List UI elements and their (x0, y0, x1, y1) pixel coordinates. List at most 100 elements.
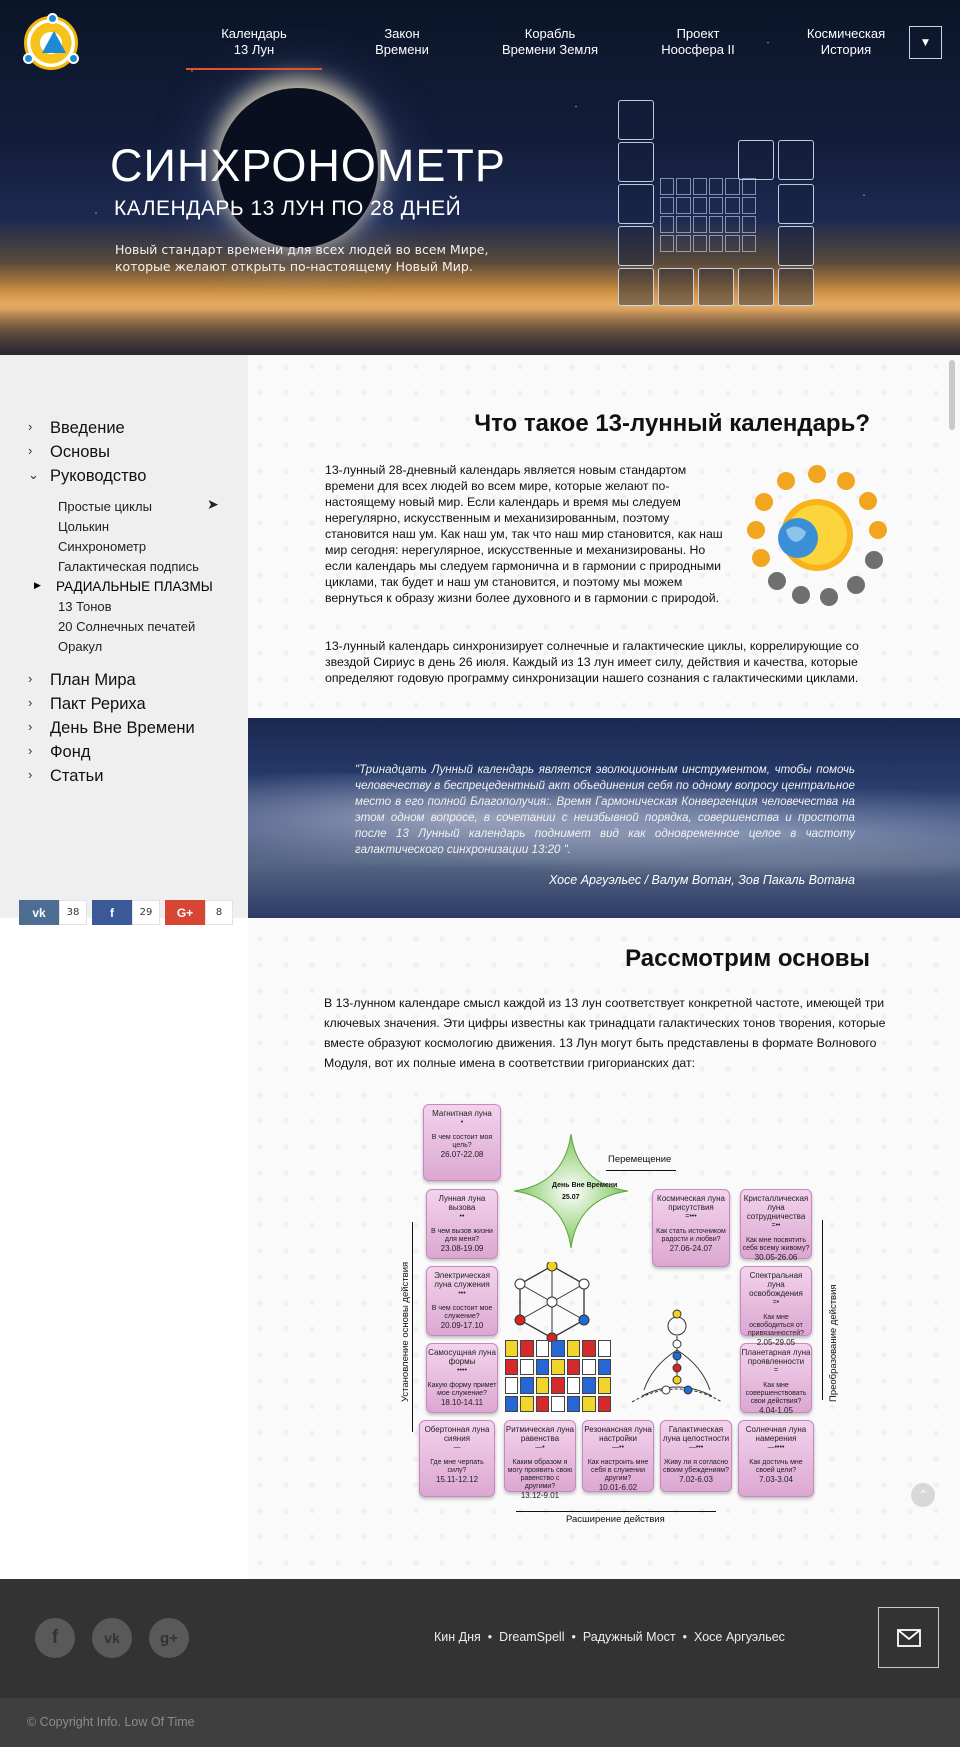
cube-of-law-icon (514, 1262, 590, 1342)
hero-title: СИНХРОНОМЕТР (110, 140, 506, 191)
site-logo[interactable] (23, 13, 79, 70)
sidebar-item-label: Статьи (50, 767, 104, 785)
sidebar-item-guide[interactable]: ⌄ Руководство (28, 467, 213, 491)
sidebar-item-world-plan[interactable]: › План Мира (28, 671, 213, 695)
section-title-basics: Рассмотрим основы (625, 945, 870, 972)
sidebar-item-fund[interactable]: › Фонд (28, 743, 213, 767)
nav-item-cosmic-history[interactable]: Космическая История (772, 26, 920, 58)
contact-mail-button[interactable] (878, 1607, 939, 1668)
footer-link-kin[interactable]: Кин Дня (434, 1630, 481, 1644)
scroll-to-top-button[interactable]: ⌃ (911, 1483, 935, 1507)
hero-moon-box (618, 226, 654, 266)
facebook-icon: f (51, 1627, 59, 1648)
chevron-right-icon: › (28, 671, 33, 686)
right-arrow-label: Преобразование действия (828, 1284, 839, 1402)
moon-card-magnetic: Магнитная луна • В чем состоит моя цель? 2… (423, 1104, 501, 1181)
sidebar-item-intro[interactable]: › Введение (28, 419, 213, 443)
hero-moon-box (778, 268, 814, 306)
nav-label: Корабль (524, 26, 576, 41)
hero-moon-box (738, 140, 774, 180)
sidebar-subitem-tzolkin[interactable]: Цолькин (58, 519, 213, 539)
nav-item-timeship-earth[interactable]: Корабль Времени Земля (476, 26, 624, 58)
sidebar-subitem-radial-plasmas[interactable]: РАДИАЛЬНЫЕ ПЛАЗМЫ (34, 579, 213, 599)
footer-link-arguelles[interactable]: Хосе Аргуэльес (694, 1630, 785, 1644)
moon-card-planetary: Планетарная луна проявленности = Как мне … (740, 1343, 812, 1415)
footer-links: Кин Дня • DreamSpell • Радужный Мост • Х… (434, 1630, 785, 1644)
hero-wave-module-image (598, 98, 838, 308)
hero-moon-box (698, 268, 734, 306)
mouse-cursor-icon: ➤ (207, 497, 219, 513)
separator-dot: • (487, 1630, 493, 1644)
quote-text: "Тринадцать Лунный календарь является эв… (355, 763, 855, 856)
moon-card-cosmic: Космическая луна присутствия =••• Как ста… (652, 1189, 730, 1267)
sidebar-item-label: Руководство (50, 467, 147, 485)
hero-moon-box (778, 140, 814, 180)
nav-label: Космическая (806, 26, 886, 41)
moon-card-lunar: Лунная луна вызова •• В чем вызов жизни д… (426, 1189, 498, 1259)
day-out-of-time-star-icon (514, 1134, 628, 1248)
footer-google-plus-link[interactable]: g+ (149, 1618, 189, 1658)
nav-item-calendar[interactable]: Календарь 13 Лун (180, 26, 328, 70)
quote-author: Хосе Аргуэльес / Валум Вотан, Зов Пакаль… (549, 873, 855, 887)
sidebar-item-day-out-of-time[interactable]: › День Вне Времени (28, 719, 213, 743)
top-arrow-label: Перемещение (608, 1154, 672, 1165)
menu-toggle-button[interactable]: ▼ (909, 26, 942, 59)
hero-moon-box (618, 268, 654, 306)
arrow-left-line (606, 1170, 676, 1171)
sidebar-submenu: Простые циклы Цолькин Синхронометр Галак… (28, 499, 213, 659)
arrow-right-line (516, 1511, 716, 1512)
chevron-down-icon: ⌄ (28, 467, 39, 482)
chevron-right-icon: › (28, 419, 33, 434)
bottom-arrow-label: Расширение действия (566, 1514, 665, 1525)
chevron-right-icon: › (28, 695, 33, 710)
sun-earth-moons-image (747, 465, 887, 606)
share-google-plus-button[interactable]: G+ 8 (165, 900, 233, 925)
hero-moon-box (618, 184, 654, 224)
mail-icon (896, 1628, 921, 1647)
center-day-label: День Вне Времени (552, 1182, 618, 1189)
sidebar-nav: › Введение › Основы ⌄ Руководство Простые ц… (28, 419, 213, 791)
vk-icon: vk (104, 1630, 120, 1646)
footer-link-rainbow-bridge[interactable]: Радужный Мост (583, 1630, 676, 1644)
scrollbar-thumb[interactable] (949, 360, 955, 430)
google-plus-icon: g+ (160, 1629, 178, 1647)
wave-module-diagram: Магнитная луна • В чем состоит моя цель? 2… (392, 1102, 839, 1528)
moon-card-crystal: Кристаллическая луна сотрудничества =•• К… (740, 1189, 812, 1262)
sidebar-item-label: Основы (50, 443, 110, 461)
sidebar-subitem-galactic-signature[interactable]: Галактическая подпись (58, 559, 213, 579)
sidebar-subitem-oracle[interactable]: Оракул (58, 639, 213, 659)
share-count: 29 (132, 900, 160, 925)
moon-card-spectral: Спектральная луна освобождения =• Как мне… (740, 1266, 812, 1347)
sidebar-item-label: День Вне Времени (50, 719, 195, 737)
nav-item-noosphere[interactable]: Проект Ноосфера II (624, 26, 772, 58)
sidebar-subitem-13-tones[interactable]: 13 Тонов (58, 599, 213, 619)
footer-vk-link[interactable]: vk (92, 1618, 132, 1658)
sidebar-item-articles[interactable]: › Статьи (28, 767, 213, 791)
vk-icon: vk (19, 900, 59, 925)
sidebar-subitem-simple-cycles[interactable]: Простые циклы (58, 499, 213, 519)
sidebar-subitem-synchronometer[interactable]: Синхронометр (58, 539, 213, 559)
nav-item-law-of-time[interactable]: Закон Времени (328, 26, 476, 58)
sidebar-item-label: Пакт Рериха (50, 695, 146, 713)
logo-dot-icon (47, 13, 58, 24)
chevron-right-icon: › (28, 767, 33, 782)
share-facebook-button[interactable]: f 29 (92, 900, 160, 925)
chevron-right-icon: › (28, 719, 33, 734)
footer-facebook-link[interactable]: f (35, 1618, 75, 1658)
copyright-text: © Copyright Info. Low Of Time (27, 1715, 195, 1729)
share-vk-button[interactable]: vk 38 (19, 900, 87, 925)
sidebar-item-basics[interactable]: › Основы (28, 443, 213, 467)
basics-paragraph: В 13-лунном календаре смысл каждой из 13… (324, 996, 886, 1070)
chevron-up-icon: ⌃ (917, 1488, 929, 1502)
footer-link-dreamspell[interactable]: DreamSpell (499, 1630, 564, 1644)
separator-dot: • (571, 1630, 576, 1644)
hero-moon-box (738, 268, 774, 306)
sidebar-subitem-20-seals[interactable]: 20 Солнечных печатей (58, 619, 213, 639)
logo-triangle-icon (42, 31, 66, 53)
nav-label: Проект (676, 26, 720, 41)
nav-label: Календарь (221, 26, 287, 41)
nav-label: Закон (384, 26, 420, 41)
hero-moon-box (778, 226, 814, 266)
left-arrow-label: Установление основы действия (400, 1261, 411, 1402)
sidebar-item-roerich-pact[interactable]: › Пакт Рериха (28, 695, 213, 719)
